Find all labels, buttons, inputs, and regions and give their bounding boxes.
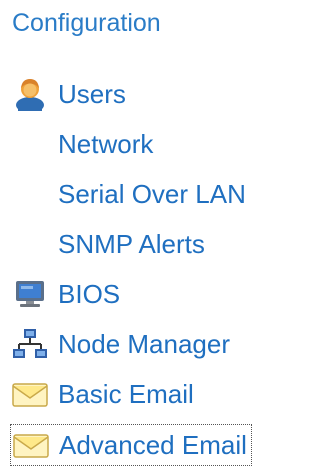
nav-item-bios[interactable]: BIOS	[10, 274, 120, 314]
user-icon	[10, 76, 50, 112]
nav-item-label: Basic Email	[58, 379, 194, 409]
nav-item-advanced-email[interactable]: Advanced Email	[10, 424, 252, 466]
nav-item-label: Serial Over LAN	[58, 179, 246, 209]
nav-item-label: Node Manager	[58, 329, 230, 359]
nav-item-label: Network	[58, 129, 154, 159]
nav-item-label: SNMP Alerts	[58, 229, 205, 259]
nav-item-network[interactable]: Network	[10, 124, 153, 164]
monitor-icon	[10, 276, 50, 312]
configuration-nav: Configuration Users Network Serial Over …	[0, 0, 290, 466]
nav-item-label: Users	[58, 79, 126, 109]
network-nodes-icon	[10, 326, 50, 362]
envelope-icon	[11, 427, 51, 463]
nav-item-users[interactable]: Users	[10, 74, 126, 114]
section-title: Configuration	[12, 9, 161, 37]
nav-item-snmp-alerts[interactable]: SNMP Alerts	[10, 224, 205, 264]
nav-item-serial-over-lan[interactable]: Serial Over LAN	[10, 174, 246, 214]
nav-item-node-manager[interactable]: Node Manager	[10, 324, 230, 364]
nav-item-label: Advanced Email	[59, 430, 247, 460]
nav-item-basic-email[interactable]: Basic Email	[10, 374, 194, 414]
nav-item-label: BIOS	[58, 279, 121, 309]
envelope-icon	[10, 376, 50, 412]
